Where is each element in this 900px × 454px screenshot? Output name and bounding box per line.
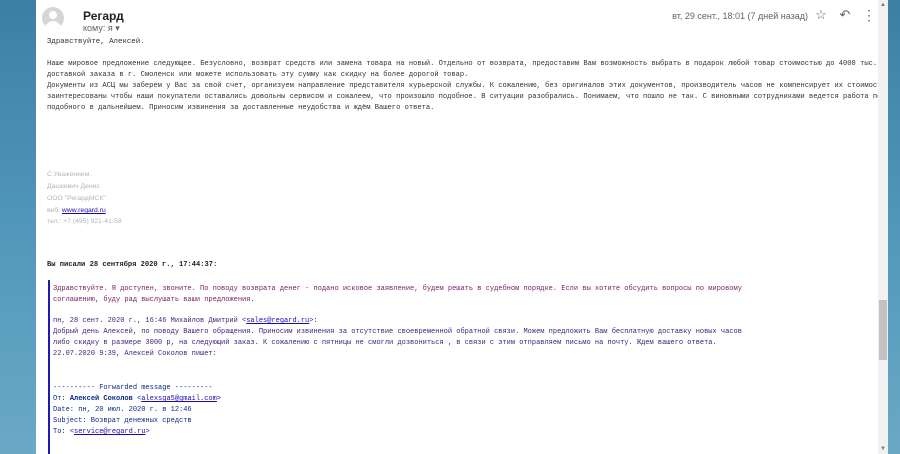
quote-line: либо скидку в размере 3000 р, на следующ…: [53, 339, 717, 347]
signature-line: С Уважением,: [47, 171, 92, 178]
scroll-down-icon[interactable]: ▼: [878, 445, 888, 453]
desktop-background-left: [0, 0, 36, 454]
from-name: Алексей Соколов: [69, 395, 133, 403]
email-link[interactable]: service@regard.ru: [74, 428, 145, 436]
sender-name[interactable]: Регард: [83, 9, 124, 23]
more-options-icon[interactable]: ⋮: [862, 8, 876, 22]
recipient-label: кому: я: [83, 23, 113, 33]
web-label: веб:: [47, 207, 61, 214]
message-date: вт, 29 сент., 18:01 (7 дней назад): [672, 11, 808, 21]
quote-line: пн, 28 сент. 2020 г., 16:46 Михайлов Дми…: [53, 317, 318, 325]
body-line: заинтересованы чтобы наши покупатели ост…: [47, 93, 888, 101]
quote-bar: [48, 280, 50, 454]
star-icon[interactable]: ☆: [814, 8, 828, 22]
to-label: To: <: [53, 428, 75, 436]
signature-line: Дашкевич Денис: [47, 183, 100, 190]
scrollbar[interactable]: ▲ ▼: [878, 0, 888, 454]
signature-web: веб: www.regard.ru: [47, 207, 106, 214]
desktop-background-right: [888, 0, 900, 454]
recipient-line[interactable]: кому: я ▾: [83, 23, 120, 34]
scroll-up-icon[interactable]: ▲: [878, 1, 888, 9]
quote-line: 22.07.2020 9:39, Алексей Соколов пишет:: [53, 350, 217, 358]
quote-text: пн, 28 сент. 2020 г., 16:46 Михайлов Дми…: [53, 317, 247, 325]
quote-intro: Вы писали 28 сентября 2020 г., 17:44:37:: [47, 261, 218, 269]
greeting: Здравствуйте, Алексей.: [47, 38, 145, 46]
body-line: подобного в дальнейшем. Приносим извинен…: [47, 104, 435, 112]
scroll-thumb[interactable]: [879, 300, 887, 360]
body-line: Наше мировое предложение следующее. Безу…: [47, 60, 888, 68]
forwarded-date: Date: пн, 20 июл. 2020 г. в 12:46: [53, 406, 192, 414]
from-label: От:: [53, 395, 70, 403]
quote-line: Здравствуйте. Я доступен, звоните. По по…: [53, 285, 742, 293]
avatar[interactable]: [42, 7, 64, 29]
website-link[interactable]: www.regard.ru: [62, 207, 106, 214]
email-message: Регард кому: я ▾ вт, 29 сент., 18:01 (7 …: [36, 0, 888, 454]
quote-text: >:: [309, 317, 318, 325]
body-line: Документы из АСЦ мы заберем у Вас за сво…: [47, 82, 888, 90]
signature-line: ООО "РегардМСК": [47, 195, 106, 202]
forwarded-to: To: <service@regard.ru>: [53, 428, 150, 436]
signature-phone: тел.: +7 (495) 921-41-58: [47, 218, 122, 225]
chevron-down-icon[interactable]: ▾: [115, 23, 120, 33]
email-link[interactable]: alexsga5@gmail.com: [141, 395, 217, 403]
quote-line: соглашению, буду рад выслушать ваши пред…: [53, 296, 255, 304]
reply-icon[interactable]: ↶: [838, 8, 852, 22]
forwarded-header: ---------- Forwarded message ---------: [53, 384, 213, 392]
to-suffix: >: [145, 428, 150, 436]
body-line: доставкой заказа в г. Смоленск или может…: [47, 71, 469, 79]
quote-line: Добрый день Алексей, по поводу Вашего об…: [53, 328, 742, 336]
forwarded-from: От: Алексей Соколов <alexsga5@gmail.com>: [53, 395, 222, 403]
email-link[interactable]: sales@regard.ru: [246, 317, 309, 325]
forwarded-subject: Subject: Возврат денежных средств: [53, 417, 192, 425]
